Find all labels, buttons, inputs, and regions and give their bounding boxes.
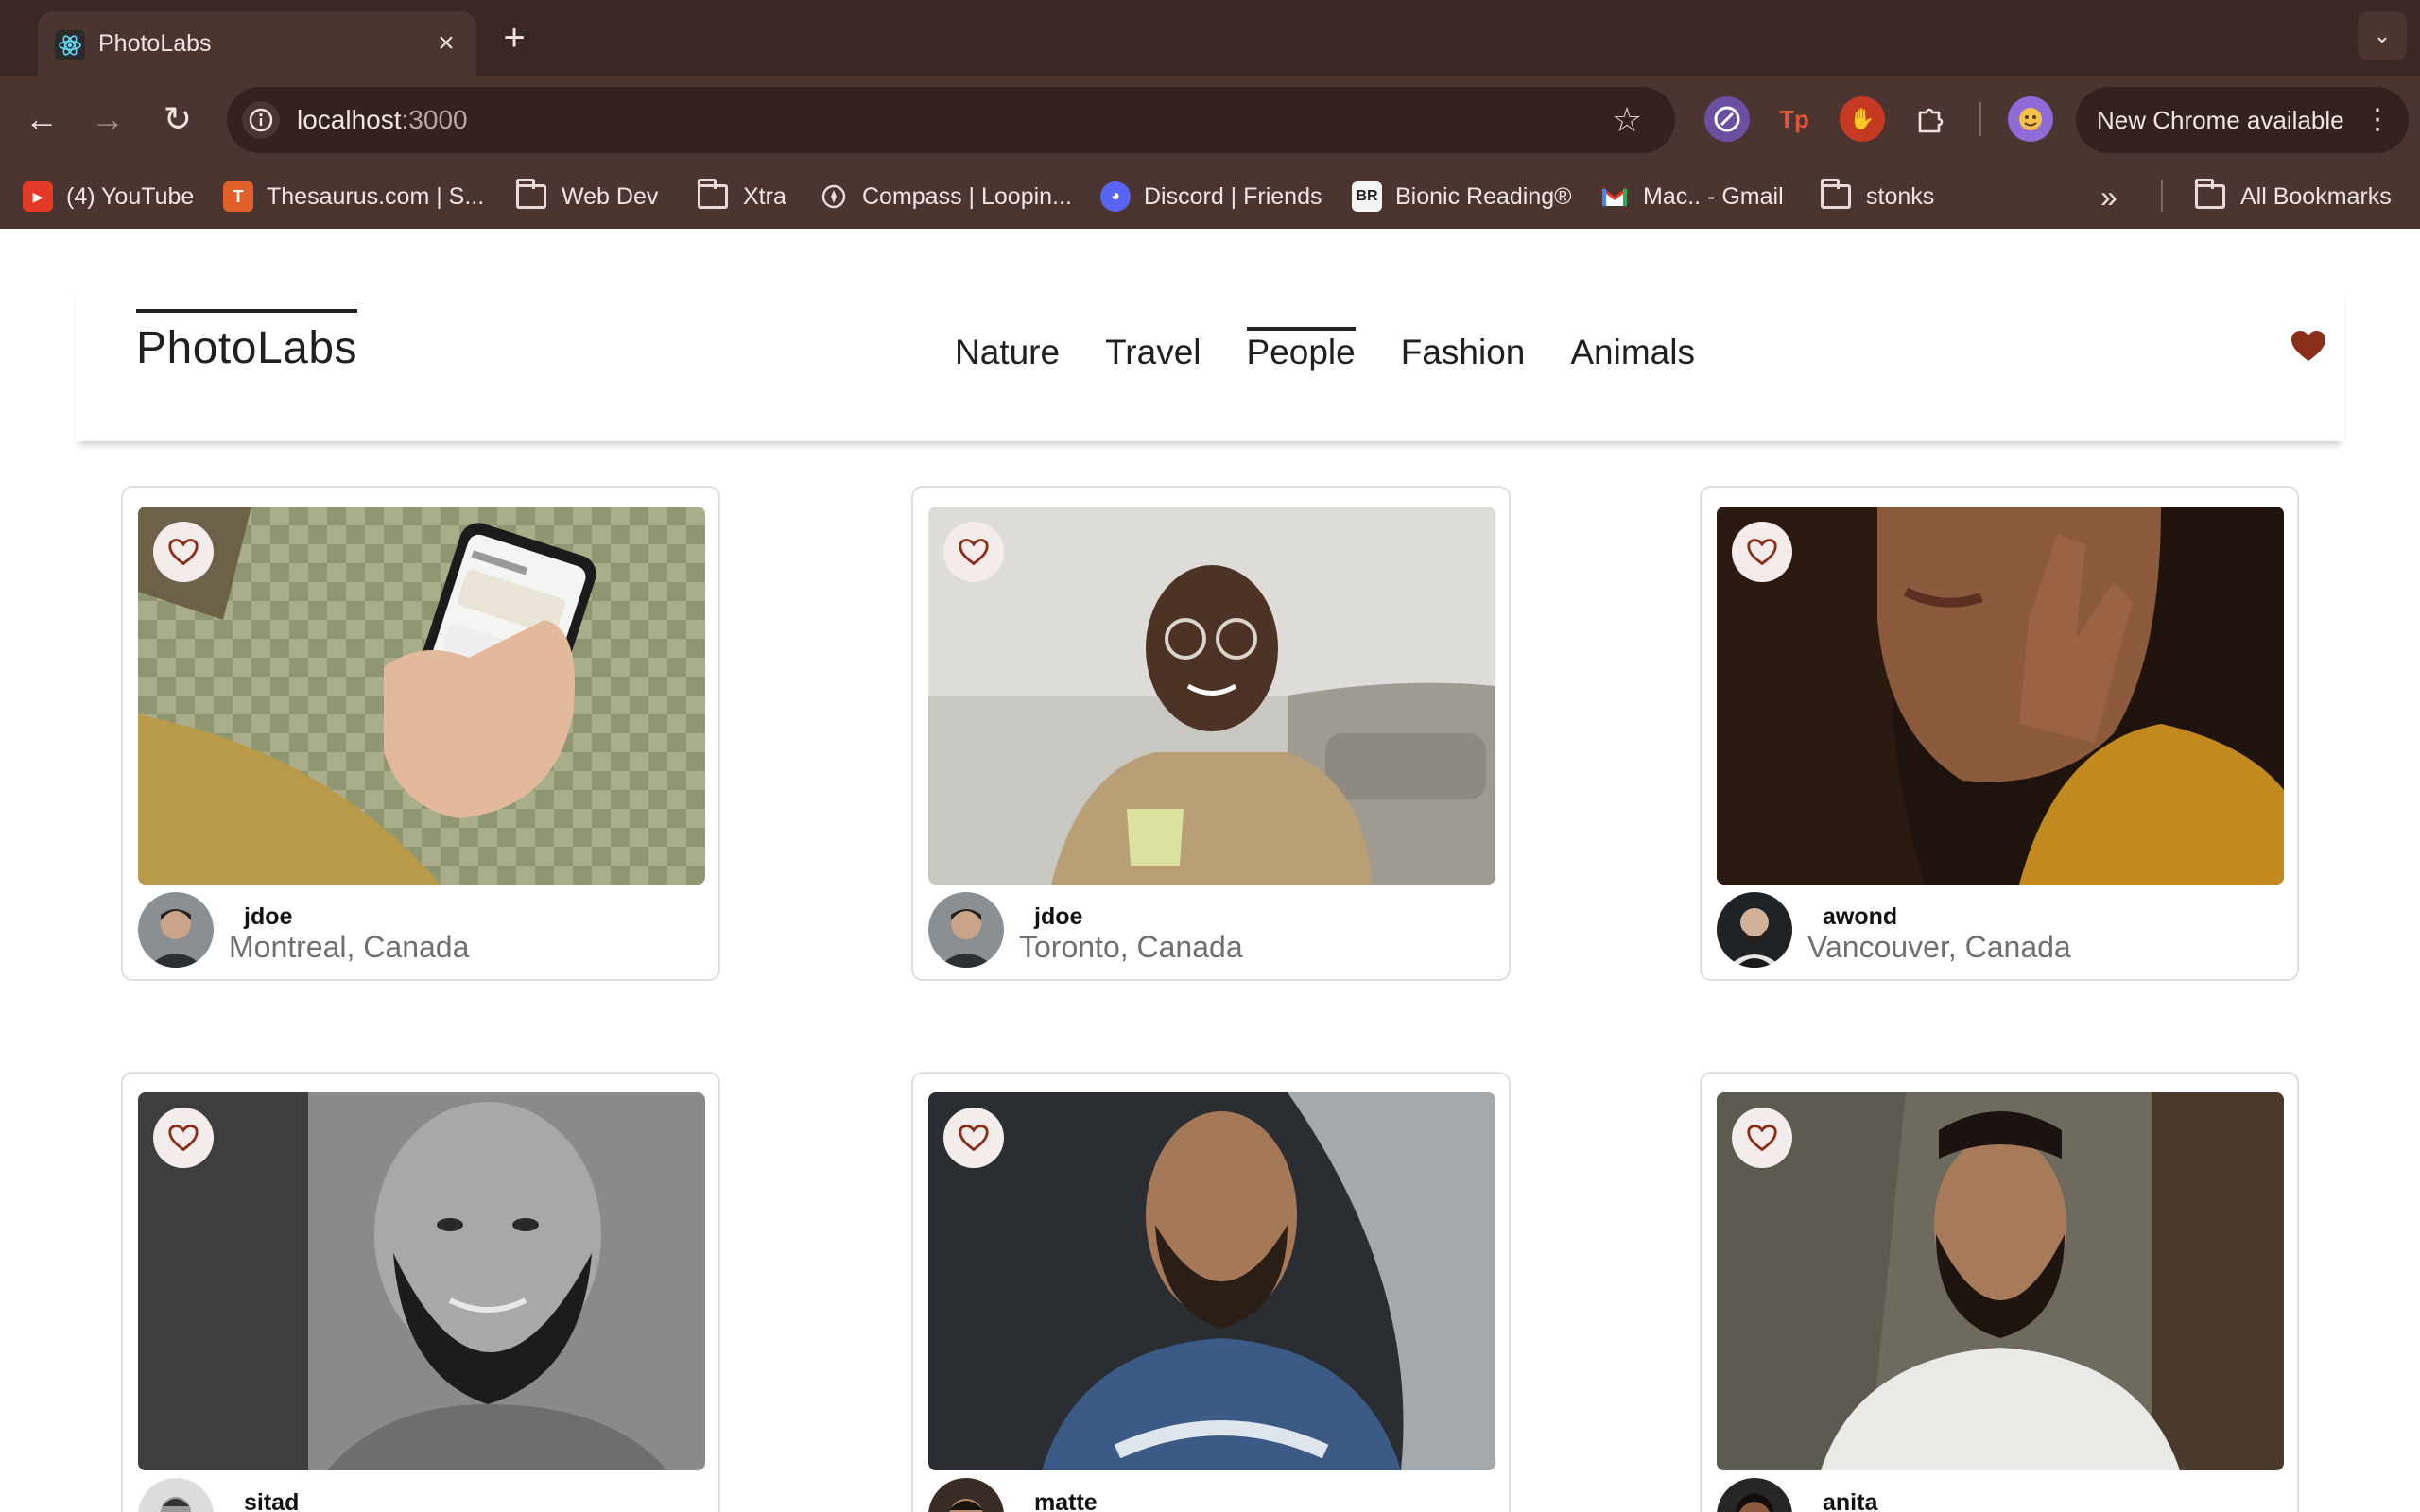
folder-icon (516, 179, 546, 209)
photo-username: matte (1034, 1489, 1098, 1512)
avatar (138, 1478, 214, 1512)
bookmark-gmail[interactable]: Mac.. - Gmail (1599, 178, 1784, 215)
browser-tab[interactable]: PhotoLabs × (38, 11, 476, 76)
heart-outline-icon (1747, 539, 1777, 566)
photo-location: Toronto, Canada (1019, 930, 1243, 964)
like-heart-button[interactable] (1732, 522, 1792, 582)
photo-username: jdoe (1034, 903, 1083, 930)
back-arrow-icon[interactable]: ← (17, 94, 66, 144)
youtube-icon: ▶ (23, 181, 53, 212)
folder-icon (698, 179, 728, 209)
like-heart-button[interactable] (1732, 1108, 1792, 1168)
address-bar[interactable]: localhost:3000 ☆ (227, 87, 1675, 153)
bookmark-youtube[interactable]: ▶ (4) YouTube (23, 178, 194, 215)
photo-woman-portrait[interactable] (1717, 507, 2284, 885)
avatar (1717, 1478, 1792, 1512)
bookmark-thesaurus[interactable]: T Thesaurus.com | S... (223, 178, 484, 215)
avatar (928, 1478, 1004, 1512)
more-bookmarks-chevron-icon[interactable]: » (2100, 178, 2118, 215)
bookmark-discord[interactable]: ◕ Discord | Friends (1100, 178, 1322, 215)
avatar (928, 892, 1004, 968)
topic-list: Nature Travel People Fashion Animals (955, 327, 1695, 372)
bionic-reading-icon: BR (1352, 181, 1382, 212)
bookmark-folder-xtra[interactable]: Xtra (698, 178, 786, 215)
photo-card[interactable]: matte (911, 1072, 1511, 1512)
like-heart-button[interactable] (153, 1108, 214, 1168)
like-heart-button[interactable] (943, 522, 1004, 582)
top-navigation-bar: PhotoLabs Nature Travel People Fashion A… (76, 285, 2344, 441)
avatar (138, 892, 214, 968)
bookmark-star-icon[interactable]: ☆ (1607, 100, 1647, 140)
favorites-heart-icon[interactable] (2290, 329, 2327, 363)
toolbar-separator (1979, 102, 1981, 136)
photolabs-page: PhotoLabs Nature Travel People Fashion A… (0, 229, 2420, 1512)
url-text: localhost:3000 (297, 105, 468, 134)
photo-username: sitad (244, 1489, 300, 1512)
extension-tp-icon[interactable]: Tp (1772, 96, 1817, 142)
all-bookmarks-folder[interactable]: All Bookmarks (2195, 178, 2392, 215)
profile-avatar-icon[interactable] (2008, 96, 2053, 142)
photo-card[interactable]: awond Vancouver, Canada (1700, 486, 2299, 981)
photo-username: anita (1823, 1489, 1878, 1512)
kebab-menu-icon[interactable]: ⋮ (2363, 87, 2392, 153)
bookmark-bionic-reading[interactable]: BR Bionic Reading® (1352, 178, 1572, 215)
new-chrome-label: New Chrome available (2097, 106, 2344, 134)
compass-icon (819, 181, 849, 212)
new-tab-button[interactable]: + (495, 17, 533, 59)
photo-man-white-shirt[interactable] (1717, 1092, 2284, 1470)
like-heart-button[interactable] (943, 1108, 1004, 1168)
photo-man-with-mug[interactable] (928, 507, 1495, 885)
heart-outline-icon (168, 539, 199, 566)
topic-people[interactable]: People (1246, 327, 1356, 372)
thesaurus-icon: T (223, 181, 253, 212)
tab-title: PhotoLabs (98, 30, 212, 57)
heart-outline-icon (1747, 1125, 1777, 1152)
extensions-puzzle-icon[interactable] (1908, 96, 1953, 142)
topic-nature[interactable]: Nature (955, 327, 1060, 372)
browser-toolbar: ← → ↻ localhost:3000 ☆ Tp ✋ New Chrome a… (0, 76, 2420, 163)
forward-arrow-icon[interactable]: → (83, 94, 132, 144)
bookmarks-bar: ▶ (4) YouTube T Thesaurus.com | S... Web… (0, 163, 2420, 229)
extension-compass-icon[interactable] (1704, 96, 1750, 142)
topic-animals[interactable]: Animals (1570, 327, 1695, 372)
topic-fashion[interactable]: Fashion (1401, 327, 1526, 372)
bookmark-folder-web-dev[interactable]: Web Dev (516, 178, 658, 215)
bookmarks-separator (2161, 180, 2163, 212)
heart-outline-icon (959, 539, 989, 566)
photo-card[interactable]: anita (1700, 1072, 2299, 1512)
folder-icon (1821, 179, 1851, 209)
new-chrome-available-button[interactable]: New Chrome available ⋮ (2076, 87, 2409, 153)
extension-hand-icon[interactable]: ✋ (1840, 96, 1885, 142)
gmail-icon (1599, 181, 1630, 212)
app-logo[interactable]: PhotoLabs (136, 309, 358, 374)
photo-card[interactable]: sitad (121, 1072, 720, 1512)
bookmark-folder-stonks[interactable]: stonks (1821, 178, 1934, 215)
folder-icon (2195, 179, 2225, 209)
like-heart-button[interactable] (153, 522, 214, 582)
photo-man-blue-shirt[interactable] (928, 1092, 1495, 1470)
tab-strip: PhotoLabs × + ⌄ (0, 0, 2420, 76)
photo-username: awond (1823, 903, 1898, 930)
reload-icon[interactable]: ↻ (153, 94, 202, 144)
browser-chrome: PhotoLabs × + ⌄ ← → ↻ localhost:3000 ☆ T… (0, 0, 2420, 229)
photo-hand-holding-phone[interactable] (138, 507, 705, 885)
heart-outline-icon (959, 1125, 989, 1152)
photo-location: Montreal, Canada (229, 930, 470, 964)
photo-bearded-man-bw[interactable] (138, 1092, 705, 1470)
photo-username: jdoe (244, 903, 293, 930)
photo-card[interactable]: jdoe Montreal, Canada (121, 486, 720, 981)
bookmark-compass[interactable]: Compass | Loopin... (819, 178, 1072, 215)
react-icon (55, 30, 85, 60)
discord-icon: ◕ (1100, 181, 1131, 212)
close-tab-icon[interactable]: × (429, 26, 463, 60)
photo-card[interactable]: jdoe Toronto, Canada (911, 486, 1511, 981)
photo-location: Vancouver, Canada (1807, 930, 2071, 964)
heart-outline-icon (168, 1125, 199, 1152)
avatar (1717, 892, 1792, 968)
tab-search-chevron-icon[interactable]: ⌄ (2358, 11, 2407, 60)
site-info-icon[interactable] (242, 101, 280, 139)
topic-travel[interactable]: Travel (1105, 327, 1201, 372)
